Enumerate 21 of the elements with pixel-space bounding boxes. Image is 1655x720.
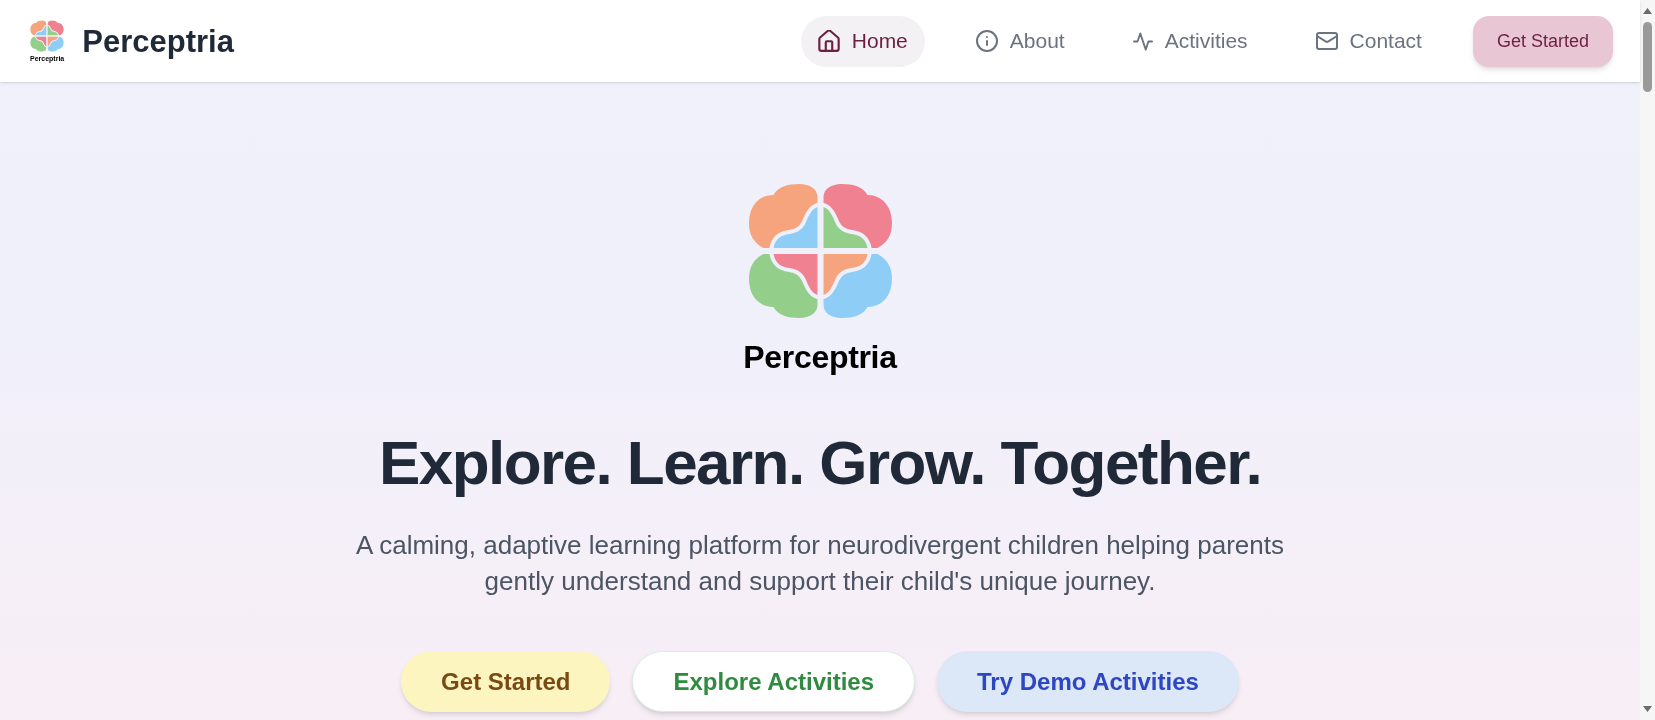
- logo-wordmark: Perceptria: [743, 341, 897, 373]
- scrollbar-track[interactable]: [1640, 0, 1655, 720]
- home-icon: [817, 30, 840, 52]
- nav-link[interactable]: About: [958, 15, 1082, 67]
- site-title[interactable]: Perceptria: [82, 25, 234, 57]
- pulse-icon: [1132, 31, 1153, 51]
- get-started-button[interactable]: Get Started: [1472, 15, 1613, 67]
- scroll-up-icon[interactable]: [1643, 8, 1652, 14]
- info-icon: [975, 30, 998, 52]
- mail-icon: [1315, 32, 1338, 50]
- scrollbar-thumb[interactable]: [1643, 22, 1652, 92]
- clover-logo-icon: [30, 20, 65, 52]
- subtitle: A calming, adaptive learning platform for neurodivergent children helping parents gently understand and support their child's unique journey.: [355, 529, 1285, 598]
- nav-link[interactable]: Home: [800, 15, 925, 67]
- scroll-down-icon[interactable]: [1643, 706, 1652, 712]
- nav-link[interactable]: Activities: [1115, 15, 1265, 67]
- nav-link[interactable]: Contact: [1298, 15, 1439, 67]
- explore-activities-button[interactable]: Explore Activities: [632, 651, 915, 712]
- headline: Explore. Learn. Grow. Together.: [378, 429, 1262, 497]
- try-demo-button[interactable]: Try Demo Activities: [937, 651, 1239, 712]
- get-started-button[interactable]: Get Started: [401, 651, 611, 712]
